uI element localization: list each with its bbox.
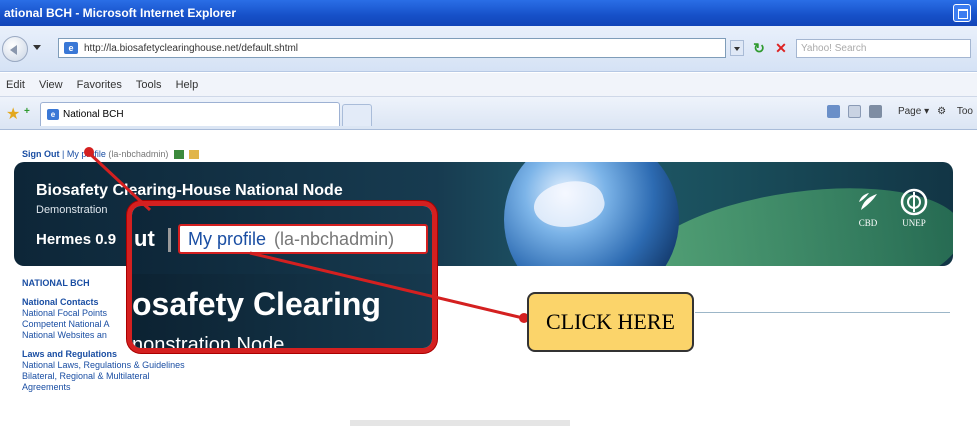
banner-version: Hermes 0.9 — [36, 231, 117, 248]
page-icon: e — [64, 42, 78, 54]
zoom-subtitle-fragment: nonstration Node — [132, 334, 285, 353]
banner-title: Biosafety Clearing-House National Node — [36, 182, 343, 199]
cbd-logo: CBD — [853, 188, 883, 228]
tab-bar: ★ + e National BCH Page ▾ ⚙ Too — [0, 97, 977, 130]
menu-edit[interactable]: Edit — [6, 79, 25, 91]
favorites-star-icon[interactable]: ★ — [6, 104, 20, 124]
new-tab-button[interactable] — [342, 104, 372, 126]
zoom-title-fragment: osafety Clearing — [132, 286, 381, 322]
add-favorite-icon[interactable]: + — [24, 106, 30, 117]
zoom-signout-fragment: ut — [134, 226, 155, 251]
unep-logo-label: UNEP — [902, 218, 926, 228]
refresh-icon[interactable]: ↻ — [750, 40, 768, 56]
tools-menu[interactable]: ⚙ Too — [937, 106, 973, 117]
cbd-logo-label: CBD — [858, 218, 878, 228]
print-icon[interactable] — [868, 105, 882, 118]
url-field[interactable]: e http://la.biosafetyclearinghouse.net/d… — [58, 38, 726, 58]
window-title: ational BCH - Microsoft Internet Explore… — [4, 6, 237, 20]
menu-bar: Edit View Favorites Tools Help — [0, 73, 977, 97]
nav-link[interactable]: National Laws, Regulations & Guidelines — [22, 360, 192, 371]
tools-menu-label: Too — [956, 106, 973, 117]
zoom-separator — [168, 228, 171, 252]
separator: | — [62, 149, 65, 159]
click-here-callout: CLICK HERE — [527, 292, 694, 352]
menu-help[interactable]: Help — [176, 79, 199, 91]
page-icon: e — [47, 109, 59, 120]
page-menu-label: Page — [897, 106, 922, 117]
history-dropdown-icon[interactable] — [33, 45, 41, 54]
zoom-banner-top: ut My profile (la-nbchadmin) — [132, 206, 432, 274]
sign-out-link[interactable]: Sign Out — [22, 149, 60, 159]
zoom-magnifier: ut My profile (la-nbchadmin) osafety Cle… — [127, 201, 437, 353]
tab-national-bch[interactable]: e National BCH — [40, 102, 340, 126]
zoom-my-profile-link[interactable]: My profile — [188, 229, 266, 250]
unep-logo: UNEP — [899, 188, 929, 228]
url-text: http://la.biosafetyclearinghouse.net/def… — [84, 42, 299, 54]
zoom-my-profile[interactable]: My profile (la-nbchadmin) — [178, 224, 428, 254]
banner-logos: CBD UNEP — [853, 188, 939, 236]
url-dropdown-button[interactable] — [730, 40, 744, 56]
feeds-icon[interactable] — [847, 105, 861, 118]
address-bar: e http://la.biosafetyclearinghouse.net/d… — [0, 26, 977, 72]
page-menu[interactable]: Page ▾ — [890, 106, 929, 117]
content-placeholder — [350, 420, 570, 426]
back-icon[interactable] — [2, 36, 28, 62]
menu-favorites[interactable]: Favorites — [77, 79, 122, 91]
stop-icon[interactable]: ✕ — [773, 40, 789, 56]
zoom-username: (la-nbchadmin) — [274, 228, 395, 249]
username-label: (la-nbchadmin) — [108, 149, 169, 159]
menu-tools[interactable]: Tools — [136, 79, 162, 91]
edit-profile-icon[interactable] — [173, 150, 184, 160]
banner-subtitle: Demonstration — [36, 204, 108, 216]
home-icon[interactable] — [826, 105, 840, 118]
maximize-button[interactable] — [953, 4, 971, 22]
globe-image — [504, 162, 679, 266]
content-divider — [695, 312, 950, 313]
folder-icon[interactable] — [189, 150, 200, 160]
cbd-logo-icon — [859, 193, 877, 210]
nav-section-laws: Laws and Regulations National Laws, Regu… — [22, 349, 192, 393]
window-titlebar: ational BCH - Microsoft Internet Explore… — [0, 0, 977, 26]
command-bar: Page ▾ ⚙ Too — [819, 105, 973, 118]
my-profile-link[interactable]: My profile — [67, 149, 106, 159]
tab-label: National BCH — [63, 109, 124, 120]
sign-bar: Sign Out | My profile (la-nbchadmin) — [22, 149, 200, 160]
search-input[interactable]: Yahoo! Search — [796, 39, 971, 58]
unep-logo-icon — [900, 188, 928, 216]
nav-link[interactable]: Bilateral, Regional & Multilateral Agree… — [22, 371, 192, 393]
menu-view[interactable]: View — [39, 79, 63, 91]
